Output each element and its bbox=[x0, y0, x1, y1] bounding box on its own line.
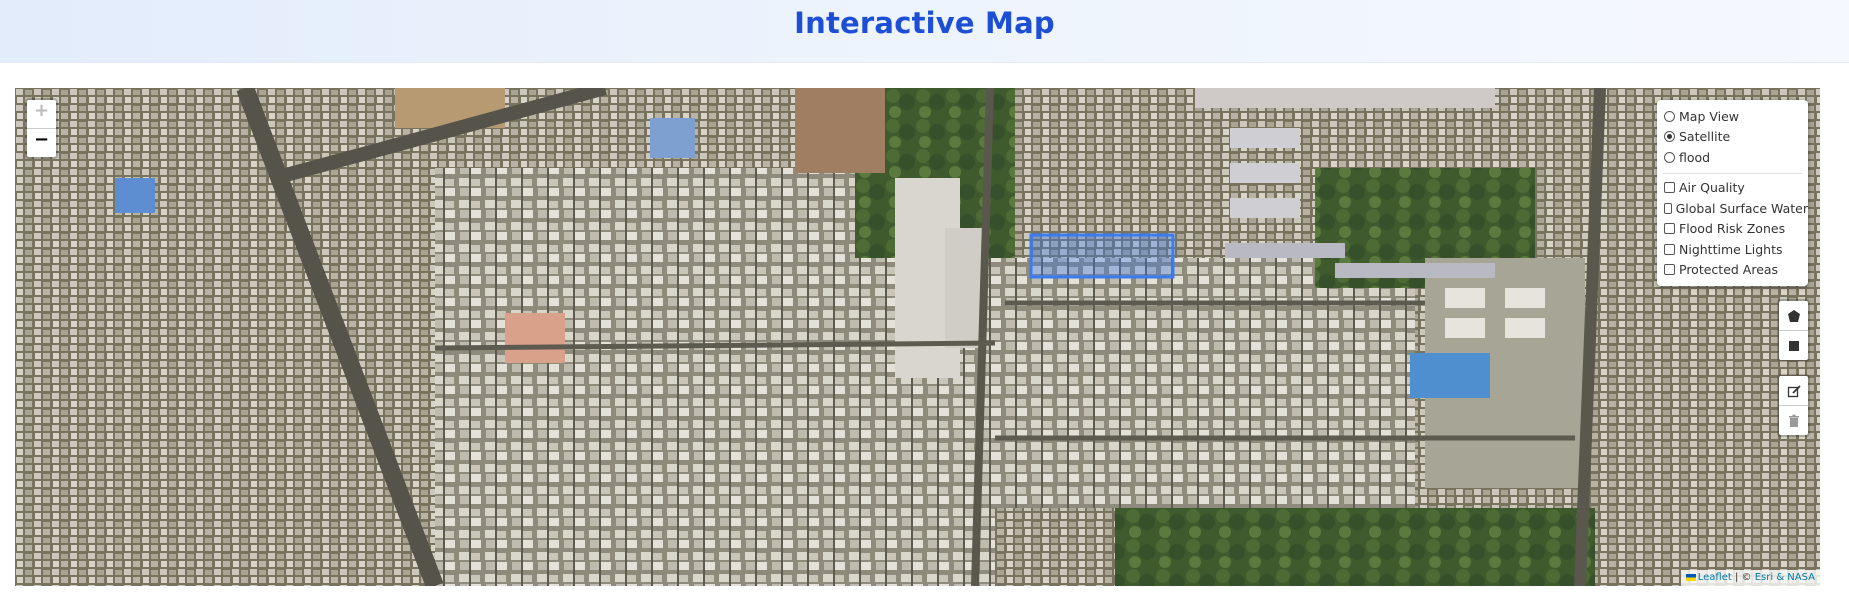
overlay-label: Nighttime Lights bbox=[1679, 241, 1783, 257]
checkbox[interactable] bbox=[1664, 223, 1675, 235]
overlay-label: Air Quality bbox=[1679, 180, 1745, 196]
page-header: Interactive Map bbox=[0, 0, 1849, 63]
delete-layers-button[interactable] bbox=[1779, 406, 1808, 435]
base-layer-satellite[interactable]: Satellite bbox=[1657, 127, 1808, 148]
draw-rectangle-button[interactable] bbox=[1779, 331, 1808, 360]
overlay-protected-areas[interactable]: Protected Areas bbox=[1657, 260, 1808, 281]
checkbox[interactable] bbox=[1664, 264, 1675, 276]
selection-rectangle[interactable] bbox=[1029, 233, 1175, 279]
satellite-imagery[interactable] bbox=[15, 88, 1820, 586]
esri-nasa-link[interactable]: Esri & NASA bbox=[1755, 572, 1815, 583]
overlay-label: Flood Risk Zones bbox=[1679, 221, 1786, 237]
polygon-icon bbox=[1787, 309, 1800, 322]
layer-separator bbox=[1663, 172, 1802, 174]
zoom-in-button[interactable]: + bbox=[27, 100, 56, 129]
radio-button[interactable] bbox=[1664, 110, 1675, 122]
edit-icon bbox=[1787, 384, 1801, 397]
overlay-air-quality[interactable]: Air Quality bbox=[1657, 178, 1808, 199]
zoom-out-button[interactable]: − bbox=[27, 129, 56, 157]
overlay-label: Global Surface Water bbox=[1675, 200, 1808, 216]
radio-button[interactable] bbox=[1664, 151, 1675, 163]
layer-label: flood bbox=[1679, 149, 1711, 165]
rectangle-icon bbox=[1788, 340, 1799, 351]
leaflet-link[interactable]: Leaflet bbox=[1698, 572, 1732, 583]
edit-toolbar bbox=[1777, 374, 1810, 437]
attribution-separator: | © bbox=[1731, 572, 1755, 583]
draw-toolbar bbox=[1777, 299, 1810, 362]
edit-layers-button[interactable] bbox=[1779, 376, 1808, 406]
checkbox[interactable] bbox=[1664, 243, 1675, 255]
ukraine-flag-icon bbox=[1685, 573, 1696, 581]
checkbox[interactable] bbox=[1664, 202, 1672, 214]
draw-polygon-button[interactable] bbox=[1779, 301, 1808, 331]
layer-control: Map View Satellite flood Air Quality Glo… bbox=[1657, 100, 1808, 286]
layer-label: Satellite bbox=[1679, 129, 1731, 145]
overlay-flood-risk-zones[interactable]: Flood Risk Zones bbox=[1657, 219, 1808, 240]
base-layer-map-view[interactable]: Map View bbox=[1657, 106, 1808, 127]
radio-button[interactable] bbox=[1664, 131, 1675, 143]
trash-icon bbox=[1788, 414, 1799, 427]
layer-label: Map View bbox=[1679, 108, 1740, 124]
map-attribution: Leaflet | © Esri & NASA bbox=[1680, 570, 1820, 586]
page-title: Interactive Map bbox=[794, 6, 1055, 40]
checkbox[interactable] bbox=[1664, 182, 1675, 194]
zoom-control: + − bbox=[25, 98, 58, 159]
map-container[interactable]: + − Map View Satellite flood Air Quality… bbox=[15, 88, 1820, 586]
overlay-global-surface-water[interactable]: Global Surface Water bbox=[1657, 198, 1808, 219]
base-layer-flood[interactable]: flood bbox=[1657, 147, 1808, 168]
overlay-nighttime-lights[interactable]: Nighttime Lights bbox=[1657, 239, 1808, 260]
overlay-label: Protected Areas bbox=[1679, 262, 1779, 278]
